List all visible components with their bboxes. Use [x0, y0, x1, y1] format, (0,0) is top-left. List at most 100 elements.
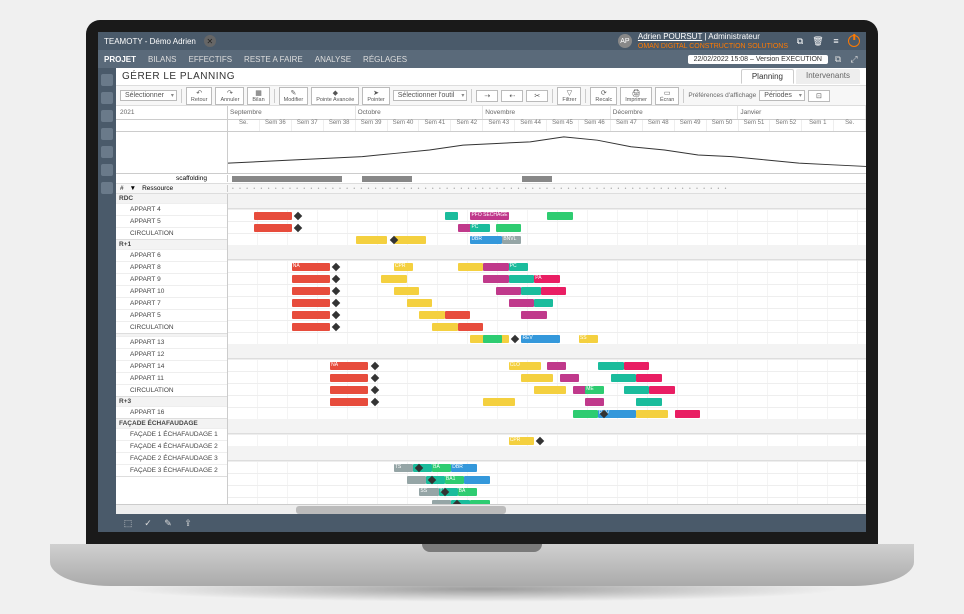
gantt-bar[interactable] [560, 374, 579, 382]
gantt-bar[interactable] [292, 323, 330, 331]
row-label[interactable]: FAÇADE 2 ÉCHAFAUDAGE 3 [116, 452, 227, 464]
modifier-button[interactable]: ✎Modifier [279, 87, 309, 105]
menu-reglages[interactable]: RÉGLAGES [363, 55, 407, 64]
gantt-bar[interactable]: PFO SECHAGE [470, 212, 508, 220]
gantt-bar[interactable] [649, 386, 675, 394]
gantt-bar[interactable]: SS [579, 335, 598, 343]
gantt-bar[interactable]: CLO [509, 362, 541, 370]
row-label[interactable]: CIRCULATION [116, 384, 227, 396]
row-label[interactable]: CIRCULATION [116, 321, 227, 333]
copy-icon[interactable]: ⧉ [794, 35, 806, 47]
gantt-bar[interactable]: CPR [509, 437, 535, 445]
gantt-bar[interactable]: PC [509, 263, 528, 271]
gantt-bar[interactable] [445, 311, 471, 319]
gantt-bar[interactable] [292, 275, 330, 283]
rail-icon[interactable] [101, 110, 113, 122]
row-label[interactable]: APPART 7 [116, 297, 227, 309]
row-label[interactable]: APPART 10 [116, 285, 227, 297]
gantt-bar[interactable] [458, 323, 484, 331]
gantt-bar[interactable]: PA [534, 275, 560, 283]
menu-reste[interactable]: RESTE A FAIRE [244, 55, 303, 64]
row-label[interactable]: APPART 16 [116, 406, 227, 418]
row-label[interactable]: APPART 4 [116, 203, 227, 215]
retour-button[interactable]: ↶Retour [186, 87, 213, 105]
gantt-bar[interactable] [483, 398, 515, 406]
group-header[interactable]: FAÇADE ÉCHAFAUDAGE [116, 419, 227, 428]
gantt-bar[interactable] [419, 311, 445, 319]
gantt-bar[interactable] [636, 398, 662, 406]
print-button[interactable]: 🖨Imprimer [620, 87, 652, 105]
power-icon[interactable] [848, 35, 860, 47]
user-link[interactable]: Adrien POURSUT [638, 32, 702, 41]
gantt-bar[interactable] [509, 275, 535, 283]
pointer-button[interactable]: ➤Pointer [362, 87, 389, 105]
gantt-bar[interactable] [330, 374, 368, 382]
gantt-bar[interactable]: DBR [451, 464, 477, 472]
footer-edit-icon[interactable]: ✎ [162, 517, 174, 529]
gantt-bar[interactable] [458, 263, 484, 271]
gantt-bar[interactable] [292, 287, 330, 295]
gantt-bar[interactable] [547, 362, 566, 370]
tab-intervenants[interactable]: Intervenants [796, 69, 860, 84]
menu-projet[interactable]: PROJET [104, 55, 136, 64]
menu-icon[interactable]: ≡ [830, 35, 842, 47]
select-tool-dropdown[interactable]: Sélectionner l'outil [393, 90, 468, 101]
gantt-bar[interactable] [534, 299, 553, 307]
rail-icon[interactable] [101, 164, 113, 176]
gantt-bar[interactable] [573, 410, 599, 418]
gantt-bar[interactable] [394, 287, 420, 295]
gantt-bar[interactable] [407, 299, 433, 307]
gantt-bar[interactable]: BNVL [502, 236, 521, 244]
gantt-bar[interactable] [381, 275, 407, 283]
row-label[interactable]: APPART 5 [116, 215, 227, 227]
gantt-bar[interactable] [534, 386, 566, 394]
row-label[interactable]: FAÇADE 3 ÉCHAFAUDAGE 2 [116, 464, 227, 476]
gantt-bar[interactable] [483, 335, 502, 343]
gantt-bar[interactable] [636, 374, 662, 382]
gantt-bar[interactable] [496, 224, 522, 232]
footer-share-icon[interactable]: ⇪ [182, 517, 194, 529]
expand-icon[interactable]: ⤢ [848, 53, 860, 65]
gantt-bar[interactable] [541, 287, 567, 295]
gantt-bar[interactable] [598, 362, 624, 370]
group-header[interactable]: RDC [116, 194, 227, 203]
recalc-button[interactable]: ⟳Recalc [590, 87, 617, 105]
gantt-bar[interactable]: REV [521, 335, 559, 343]
gantt-bar[interactable] [394, 236, 426, 244]
row-label[interactable]: APPART 5 [116, 309, 227, 321]
gantt-bar[interactable] [611, 374, 637, 382]
gantt-bar[interactable]: ME [585, 386, 604, 394]
gantt-bar[interactable]: NA [330, 362, 368, 370]
row-label[interactable]: FAÇADE 1 ÉCHAFAUDAGE 1 [116, 428, 227, 440]
gantt-bar[interactable] [483, 275, 509, 283]
cut-button[interactable]: ✂ [526, 90, 548, 102]
row-label[interactable]: APPART 12 [116, 348, 227, 360]
screen-button[interactable]: ▭Écran [655, 87, 679, 105]
gantt-bar[interactable] [432, 323, 458, 331]
rail-icon[interactable] [101, 74, 113, 86]
gantt-bar[interactable] [445, 212, 458, 220]
gantt-bar[interactable] [496, 287, 522, 295]
rail-icon[interactable] [101, 92, 113, 104]
gantt-bar[interactable] [521, 287, 540, 295]
row-label[interactable]: APPART 14 [116, 360, 227, 372]
rail-icon[interactable] [101, 128, 113, 140]
version-box[interactable]: 22/02/2022 15:08 – Version EXECUTION [688, 55, 828, 64]
gantt-bar[interactable] [407, 476, 426, 484]
gantt-bar[interactable] [521, 311, 547, 319]
row-label[interactable]: FAÇADE 4 ÉCHAFAUDAGE 2 [116, 440, 227, 452]
group-header[interactable]: R+1 [116, 240, 227, 249]
menu-bilans[interactable]: BILANS [148, 55, 176, 64]
gantt-bar[interactable]: BA [458, 488, 477, 496]
gantt-bar[interactable] [547, 212, 573, 220]
rail-icon[interactable] [101, 182, 113, 194]
gantt-bar[interactable] [292, 311, 330, 319]
row-label[interactable]: APPART 6 [116, 249, 227, 261]
gantt-bar[interactable]: CPR [394, 263, 413, 271]
footer-check-icon[interactable]: ✓ [142, 517, 154, 529]
avatar[interactable]: AP [618, 34, 632, 48]
gantt-bar[interactable] [483, 263, 509, 271]
gantt-bar[interactable] [585, 398, 604, 406]
row-label[interactable]: APPART 9 [116, 273, 227, 285]
rail-icon[interactable] [101, 146, 113, 158]
